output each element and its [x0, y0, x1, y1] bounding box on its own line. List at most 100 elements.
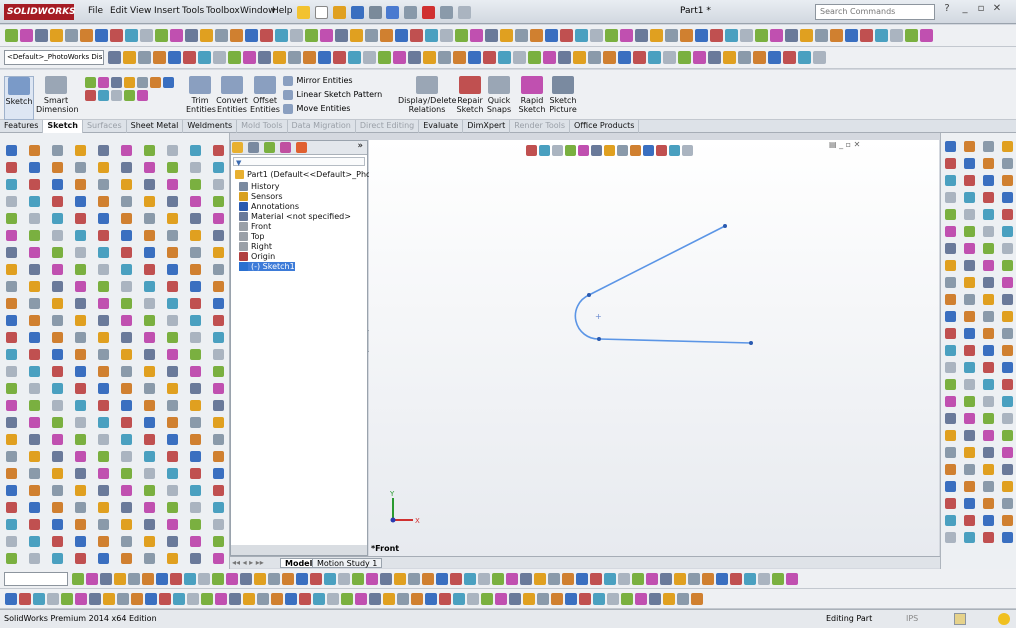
palette-tool-icon[interactable] — [213, 145, 224, 156]
tree-item-history[interactable]: History — [239, 182, 279, 191]
tree-item-origin[interactable]: Origin — [239, 252, 275, 261]
sketch-entity-icon[interactable] — [98, 90, 109, 101]
move-entities-button[interactable]: Move Entities — [282, 102, 382, 116]
palette-tool-icon[interactable] — [190, 536, 201, 547]
toolbar-command-icon[interactable] — [860, 29, 873, 42]
palette-tool-icon[interactable] — [190, 400, 201, 411]
palette-tool-icon[interactable] — [75, 264, 86, 275]
palette-tool-icon[interactable] — [167, 400, 178, 411]
palette-tool-icon[interactable] — [52, 400, 63, 411]
palette-tool-icon[interactable] — [121, 519, 132, 530]
palette-tool-icon[interactable] — [75, 519, 86, 530]
smart-dimension-button[interactable]: Smart Dimension — [36, 76, 79, 120]
palette-tool-icon[interactable] — [121, 179, 132, 190]
menu-insert[interactable]: Insert — [154, 6, 180, 16]
toolbar-command-icon[interactable] — [695, 29, 708, 42]
palette-tool-icon[interactable] — [190, 519, 201, 530]
toolbar-command-icon[interactable] — [815, 29, 828, 42]
palette-tool-icon[interactable] — [98, 485, 109, 496]
palette-tool-icon[interactable] — [945, 311, 956, 322]
palette-tool-icon[interactable] — [1002, 379, 1013, 390]
tree-item-top[interactable]: Top — [239, 232, 265, 241]
palette-tool-icon[interactable] — [121, 468, 132, 479]
palette-tool-icon[interactable] — [29, 536, 40, 547]
relation-tool-icon[interactable] — [187, 593, 199, 605]
palette-tool-icon[interactable] — [983, 345, 994, 356]
sketch-entity-icon[interactable] — [163, 77, 174, 88]
view-command-icon[interactable] — [527, 51, 541, 64]
palette-tool-icon[interactable] — [144, 383, 155, 394]
sketch-entity-icon[interactable] — [150, 77, 161, 88]
palette-tool-icon[interactable] — [983, 260, 994, 271]
feature-tree-tab-icon[interactable] — [232, 142, 243, 153]
toolbar-command-icon[interactable] — [455, 29, 468, 42]
toolbar-command-icon[interactable] — [305, 29, 318, 42]
relation-tool-icon[interactable] — [355, 593, 367, 605]
palette-tool-icon[interactable] — [1002, 498, 1013, 509]
palette-tool-icon[interactable] — [964, 260, 975, 271]
palette-tool-icon[interactable] — [167, 145, 178, 156]
palette-tool-icon[interactable] — [945, 362, 956, 373]
palette-tool-icon[interactable] — [1002, 464, 1013, 475]
toolbar-command-icon[interactable] — [155, 29, 168, 42]
palette-tool-icon[interactable] — [75, 417, 86, 428]
view-command-icon[interactable] — [437, 51, 451, 64]
palette-tool-icon[interactable] — [213, 519, 224, 530]
palette-tool-icon[interactable] — [167, 366, 178, 377]
sketch-tool-icon[interactable] — [127, 573, 140, 585]
palette-tool-icon[interactable] — [52, 536, 63, 547]
relation-tool-icon[interactable] — [593, 593, 605, 605]
toolbar-command-icon[interactable] — [890, 29, 903, 42]
palette-tool-icon[interactable] — [121, 145, 132, 156]
view-command-icon[interactable] — [287, 51, 301, 64]
palette-tool-icon[interactable] — [52, 213, 63, 224]
palette-tool-icon[interactable] — [983, 362, 994, 373]
sketch-tool-icon[interactable] — [477, 573, 490, 585]
sketch-tool-icon[interactable] — [407, 573, 420, 585]
palette-tool-icon[interactable] — [29, 179, 40, 190]
relation-tool-icon[interactable] — [131, 593, 143, 605]
palette-tool-icon[interactable] — [144, 519, 155, 530]
palette-tool-icon[interactable] — [6, 315, 17, 326]
sketch-canvas[interactable]: + Y X — [369, 140, 939, 556]
toolbar-command-icon[interactable] — [605, 29, 618, 42]
view-command-icon[interactable] — [167, 51, 181, 64]
palette-tool-icon[interactable] — [52, 315, 63, 326]
sketch-tangent-point[interactable] — [587, 293, 591, 297]
tab-surfaces[interactable]: Surfaces — [83, 120, 127, 133]
tree-item-annotations[interactable]: Annotations — [239, 202, 299, 211]
relation-tool-icon[interactable] — [19, 593, 31, 605]
view-command-icon[interactable] — [632, 51, 646, 64]
palette-tool-icon[interactable] — [945, 226, 956, 237]
palette-tool-icon[interactable] — [6, 417, 17, 428]
sketch-tool-icon[interactable] — [99, 573, 112, 585]
toolbar-command-icon[interactable] — [905, 29, 918, 42]
relation-tool-icon[interactable] — [103, 593, 115, 605]
relation-tool-icon[interactable] — [607, 593, 619, 605]
filter-box[interactable]: ▼ — [233, 157, 365, 167]
palette-tool-icon[interactable] — [75, 298, 86, 309]
toolbar-command-icon[interactable] — [410, 29, 423, 42]
relation-tool-icon[interactable] — [509, 593, 521, 605]
view-command-icon[interactable] — [737, 51, 751, 64]
palette-tool-icon[interactable] — [121, 366, 132, 377]
palette-tool-icon[interactable] — [121, 196, 132, 207]
rapid-sketch-button[interactable]: Rapid Sketch — [518, 76, 546, 120]
view-command-icon[interactable] — [482, 51, 496, 64]
palette-tool-icon[interactable] — [29, 417, 40, 428]
toolbar-command-icon[interactable] — [560, 29, 573, 42]
palette-tool-icon[interactable] — [29, 162, 40, 173]
palette-tool-icon[interactable] — [167, 349, 178, 360]
relation-tool-icon[interactable] — [33, 593, 45, 605]
view-command-icon[interactable] — [257, 51, 271, 64]
palette-tool-icon[interactable] — [144, 434, 155, 445]
view-command-icon[interactable] — [407, 51, 421, 64]
palette-tool-icon[interactable] — [964, 532, 975, 543]
palette-tool-icon[interactable] — [945, 498, 956, 509]
tab-render-tools[interactable]: Render Tools — [510, 120, 571, 133]
palette-tool-icon[interactable] — [75, 162, 86, 173]
palette-tool-icon[interactable] — [52, 349, 63, 360]
relation-tool-icon[interactable] — [397, 593, 409, 605]
sketch-entity-icon[interactable] — [124, 90, 135, 101]
view-command-icon[interactable] — [812, 51, 826, 64]
